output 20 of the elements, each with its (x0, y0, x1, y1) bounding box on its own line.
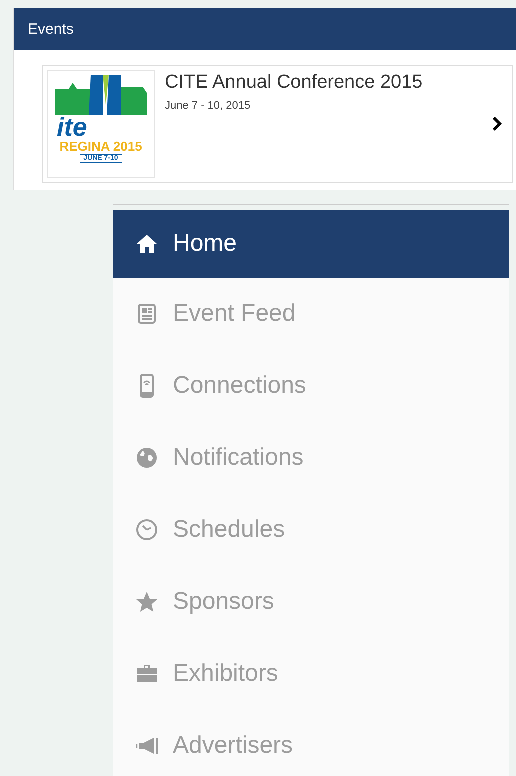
clock-icon (135, 518, 159, 542)
menu-item[interactable]: Connections (113, 350, 509, 422)
event-date: June 7 - 10, 2015 (165, 100, 252, 112)
globe-icon (135, 446, 159, 470)
home-icon (135, 232, 159, 256)
menu-item[interactable]: Advertisers (113, 710, 509, 776)
menu-item[interactable]: Event Feed (113, 278, 509, 350)
logo-city-year: REGINA 2015 (60, 139, 142, 154)
logo-wordmark: ite (57, 115, 88, 139)
skyline-icon (55, 75, 147, 115)
menu-item[interactable]: Exhibitors (113, 638, 509, 710)
menu-item[interactable]: Schedules (113, 494, 509, 566)
menu-item[interactable]: Sponsors (113, 566, 509, 638)
feed-icon (135, 302, 159, 326)
star-icon (135, 590, 159, 614)
event-title: CITE Annual Conference 2015 (165, 72, 424, 94)
menu-item[interactable]: Notifications (113, 422, 509, 494)
menu-item[interactable]: Home (113, 210, 509, 278)
panel-title: Events (28, 20, 74, 38)
chevron-right-icon[interactable] (492, 117, 502, 131)
